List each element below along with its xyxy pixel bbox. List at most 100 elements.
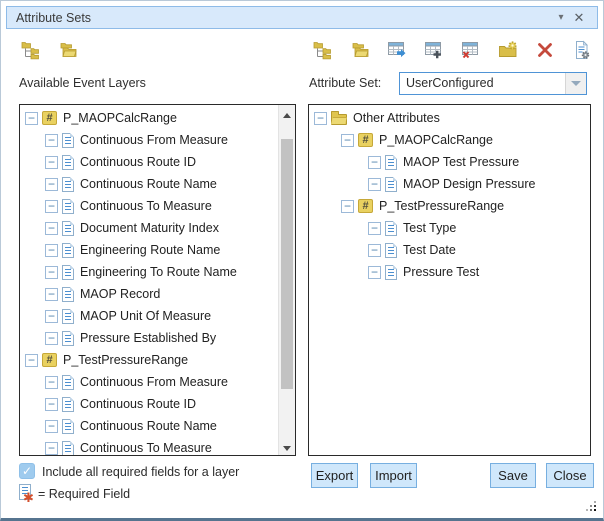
collapse-toggle[interactable]: − bbox=[368, 156, 381, 169]
new-attribute-set-folder-icon[interactable] bbox=[496, 38, 519, 62]
collapse-toggle[interactable]: − bbox=[45, 156, 58, 169]
expand-layers-icon[interactable] bbox=[19, 38, 42, 62]
tree-node-p-testpressurerange[interactable]: −# P_TestPressureRange bbox=[20, 349, 278, 371]
tree-node-label: Pressure Test bbox=[403, 265, 479, 279]
collapse-toggle[interactable]: − bbox=[45, 178, 58, 191]
folder-icon bbox=[331, 114, 347, 125]
collapse-toggle[interactable]: − bbox=[368, 222, 381, 235]
open-folder-icon[interactable] bbox=[56, 38, 79, 62]
tree-node-maop-test-pressure[interactable]: − MAOP Test Pressure bbox=[309, 151, 590, 173]
add-table-icon[interactable] bbox=[422, 38, 445, 62]
collapse-toggle[interactable]: − bbox=[25, 354, 38, 367]
tree-node-test-type[interactable]: − Test Type bbox=[309, 217, 590, 239]
tree-node-label: P_TestPressureRange bbox=[63, 353, 188, 367]
collapse-toggle[interactable]: − bbox=[368, 266, 381, 279]
close-icon[interactable]: ✕ bbox=[570, 7, 588, 28]
save-button[interactable]: Save bbox=[490, 463, 536, 488]
chevron-down-icon[interactable] bbox=[565, 73, 586, 94]
tree-node-label: Continuous Route Name bbox=[80, 177, 217, 191]
tree-node-engineering-route-name[interactable]: − Engineering Route Name bbox=[20, 239, 278, 261]
tree-node-continuous-from-measure[interactable]: −Continuous From Measure bbox=[20, 129, 278, 151]
tree-node-label: Document Maturity Index bbox=[80, 221, 219, 235]
collapse-toggle[interactable]: − bbox=[45, 332, 58, 345]
collapse-toggle[interactable]: − bbox=[368, 178, 381, 191]
collapse-toggle[interactable]: − bbox=[45, 288, 58, 301]
scrollbar-thumb[interactable] bbox=[281, 139, 293, 389]
tree-node-p-maopcalcrange[interactable]: −#P_MAOPCalcRange bbox=[309, 129, 590, 151]
attribute-set-dropdown[interactable]: UserConfigured bbox=[399, 72, 587, 95]
field-icon bbox=[385, 265, 397, 280]
tree-node-engineering-to-route-name[interactable]: −Engineering To Route Name bbox=[20, 261, 278, 283]
close-button[interactable]: Close bbox=[546, 463, 594, 488]
tree-node-continuous-from-measure[interactable]: −Continuous From Measure bbox=[20, 371, 278, 393]
collapse-toggle[interactable]: − bbox=[45, 310, 58, 323]
tree-node-label: MAOP Test Pressure bbox=[403, 155, 519, 169]
tree-node-label: Test Type bbox=[403, 221, 456, 235]
collapse-toggle[interactable]: − bbox=[25, 112, 38, 125]
layer-icon: # bbox=[42, 353, 57, 367]
tree-node-label: Pressure Established By bbox=[80, 331, 216, 345]
titlebar: Attribute Sets ▾ ✕ bbox=[6, 6, 598, 29]
toolbar bbox=[19, 38, 593, 65]
scroll-up-icon[interactable] bbox=[279, 105, 295, 120]
tree-node-label: Engineering Route Name bbox=[80, 243, 220, 257]
attribute-sets-dialog: Attribute Sets ▾ ✕ bbox=[0, 0, 604, 521]
tree-node-document-maturity-index[interactable]: − Document Maturity Index bbox=[20, 217, 278, 239]
import-button[interactable]: Import bbox=[370, 463, 417, 488]
tree-node-label: MAOP Design Pressure bbox=[403, 177, 535, 191]
tree-node-label: Test Date bbox=[403, 243, 456, 257]
remove-table-icon[interactable] bbox=[459, 38, 482, 62]
collapse-toggle[interactable]: − bbox=[45, 376, 58, 389]
field-icon bbox=[62, 287, 74, 302]
field-icon bbox=[62, 375, 74, 390]
export-button[interactable]: Export bbox=[311, 463, 358, 488]
collapse-toggle[interactable]: − bbox=[368, 244, 381, 257]
tree-node-continuous-to-measure[interactable]: −Continuous To Measure bbox=[20, 195, 278, 217]
field-icon bbox=[62, 397, 74, 412]
tree-node-pressure-established-by[interactable]: − Pressure Established By bbox=[20, 327, 278, 349]
tree-node-continuous-to-measure[interactable]: −Continuous To Measure bbox=[20, 437, 278, 456]
collapse-toggle[interactable]: − bbox=[45, 442, 58, 455]
collapse-toggle[interactable]: − bbox=[45, 420, 58, 433]
collapse-toggle[interactable]: − bbox=[45, 244, 58, 257]
attribute-set-tree: −Other Attributes−#P_MAOPCalcRange−MAOP … bbox=[309, 107, 590, 283]
tree-node-p-testpressurerange[interactable]: −#P_TestPressureRange bbox=[309, 195, 590, 217]
tree-node-maop-design-pressure[interactable]: − MAOP Design Pressure bbox=[309, 173, 590, 195]
collapse-toggle[interactable]: − bbox=[341, 134, 354, 147]
available-event-layers-heading: Available Event Layers bbox=[19, 76, 146, 90]
open-folder-icon[interactable] bbox=[348, 38, 371, 62]
expand-layers-icon[interactable] bbox=[311, 38, 334, 62]
tree-node-maop-record[interactable]: −MAOP Record bbox=[20, 283, 278, 305]
collapse-toggle[interactable]: − bbox=[45, 398, 58, 411]
collapse-toggle[interactable]: − bbox=[45, 266, 58, 279]
report-settings-icon[interactable] bbox=[570, 38, 593, 62]
tree-node-continuous-route-name[interactable]: −Continuous Route Name bbox=[20, 415, 278, 437]
collapse-dialog-icon[interactable]: ▾ bbox=[552, 7, 570, 28]
field-icon bbox=[62, 331, 74, 346]
collapse-toggle[interactable]: − bbox=[45, 200, 58, 213]
scroll-down-icon[interactable] bbox=[279, 440, 295, 455]
field-icon bbox=[62, 243, 74, 258]
include-required-fields-checkbox[interactable]: ✓ bbox=[19, 463, 35, 479]
tree-node-label: P_MAOPCalcRange bbox=[63, 111, 177, 125]
tree-node-maop-unit-of-measure[interactable]: − MAOP Unit Of Measure bbox=[20, 305, 278, 327]
right-toolbar-group bbox=[311, 38, 593, 62]
tree-node-other-attributes[interactable]: −Other Attributes bbox=[309, 107, 590, 129]
vertical-scrollbar[interactable] bbox=[278, 105, 295, 455]
tree-node-pressure-test[interactable]: − Pressure Test bbox=[309, 261, 590, 283]
collapse-toggle[interactable]: − bbox=[314, 112, 327, 125]
export-table-icon[interactable] bbox=[385, 38, 408, 62]
resize-grip[interactable] bbox=[586, 501, 598, 513]
tree-node-continuous-route-name[interactable]: − Continuous Route Name bbox=[20, 173, 278, 195]
collapse-toggle[interactable]: − bbox=[45, 222, 58, 235]
delete-icon[interactable] bbox=[533, 38, 556, 62]
collapse-toggle[interactable]: − bbox=[45, 134, 58, 147]
tree-node-label: P_TestPressureRange bbox=[379, 199, 504, 213]
attribute-set-selected-value: UserConfigured bbox=[406, 76, 494, 90]
tree-node-continuous-route-id[interactable]: −Continuous Route ID bbox=[20, 151, 278, 173]
tree-node-test-date[interactable]: − Test Date bbox=[309, 239, 590, 261]
tree-node-p-maopcalcrange[interactable]: −#P_MAOPCalcRange bbox=[20, 107, 278, 129]
tree-node-continuous-route-id[interactable]: −Continuous Route ID bbox=[20, 393, 278, 415]
collapse-toggle[interactable]: − bbox=[341, 200, 354, 213]
tree-node-label: MAOP Unit Of Measure bbox=[80, 309, 211, 323]
